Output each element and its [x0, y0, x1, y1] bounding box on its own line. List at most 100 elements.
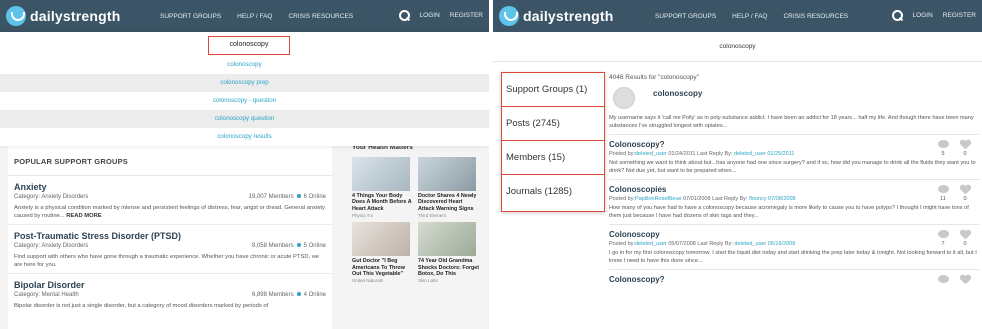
tab-support-groups[interactable]: Support Groups (1) — [502, 73, 604, 107]
ad-title[interactable]: 4 Things Your Body Does A Month Before A… — [352, 193, 414, 212]
right-screen: dailystrength SUPPORT GROUPS HELP / FAQ … — [493, 0, 982, 329]
logo-icon — [499, 6, 519, 26]
group-desc: Bipolar disorder is not just a single di… — [14, 303, 269, 309]
post-author[interactable]: PapillonRoseBleue — [635, 196, 681, 202]
group-item[interactable]: Bipolar Disorder Category: Mental Health… — [8, 274, 332, 314]
post-title[interactable]: Colonoscopies — [609, 185, 979, 194]
group-category[interactable]: Category: Anxiety Disorders — [14, 194, 88, 200]
left-screen: dailystrength SUPPORT GROUPS HELP / FAQ … — [0, 0, 489, 329]
search-icon[interactable] — [891, 10, 903, 21]
ad-card[interactable]: Doctor Shares 4 Newly Discovered Heart A… — [418, 157, 480, 218]
group-desc: Find support with others who have gone t… — [14, 254, 320, 268]
post-author[interactable]: deleted_user — [635, 241, 667, 247]
suggestion-item[interactable]: colonoscopy — [0, 56, 489, 74]
nav-support-groups[interactable]: SUPPORT GROUPS — [160, 13, 221, 20]
tab-members[interactable]: Members (15) — [502, 141, 604, 175]
nav-help-faq[interactable]: HELP / FAQ — [732, 13, 767, 20]
like-count: 0 — [963, 196, 967, 202]
group-members: 8,058 Members — [251, 243, 294, 249]
ad-image[interactable] — [352, 157, 410, 191]
search-query-bar[interactable]: colonoscopy — [493, 32, 982, 62]
nav-crisis-resources[interactable]: CRISIS RESOURCES — [288, 13, 353, 20]
comment-icon[interactable] — [937, 185, 949, 193]
login-link[interactable]: LOGIN — [913, 12, 933, 19]
ad-source: United Naturals — [352, 278, 384, 284]
suggestion-item[interactable]: colonoscopy - question — [0, 92, 489, 110]
last-reply-label: Last Reply By: — [712, 196, 748, 202]
ad-title[interactable]: 74 Year Old Grandma Shocks Doctors: Forg… — [418, 258, 480, 277]
online-dot-icon — [296, 243, 301, 248]
last-reply-user[interactable]: deleted_user 01/25/2011 — [734, 151, 794, 157]
heart-icon[interactable] — [960, 140, 971, 149]
group-title[interactable]: Bipolar Disorder — [14, 280, 326, 290]
search-icon[interactable] — [398, 10, 410, 21]
group-title[interactable]: Anxiety — [14, 182, 326, 192]
results-list: 4046 Results for "colonoscopy" colonosco… — [609, 74, 979, 288]
comment-icon[interactable] — [937, 275, 949, 283]
logo-text: dailystrength — [523, 8, 614, 24]
group-item[interactable]: Anxiety Category: Anxiety Disorders 19,0… — [8, 176, 332, 225]
post-title[interactable]: Colonoscopy? — [609, 275, 979, 284]
suggestion-item[interactable]: colonoscopy prep — [0, 74, 489, 92]
login-link[interactable]: LOGIN — [420, 12, 440, 19]
avatar[interactable] — [613, 87, 635, 109]
post-result[interactable]: Colonoscopies Posted by:PapillonRoseBleu… — [609, 179, 979, 224]
register-link[interactable]: REGISTER — [943, 12, 976, 19]
group-category[interactable]: Category: Mental Health — [14, 292, 79, 298]
post-desc: I go in for my first colonoscopy tomorro… — [609, 250, 977, 264]
group-title[interactable]: Post-Traumatic Stress Disorder (PTSD) — [14, 231, 326, 241]
group-desc: Anxiety is a physical condition marked b… — [14, 205, 325, 219]
suggestion-item[interactable]: colonoscopy question — [0, 110, 489, 128]
post-result[interactable]: Colonoscopy? Posted by: deleted_user 01/2… — [609, 134, 979, 179]
post-desc: Not something we want to think about but… — [609, 160, 976, 174]
group-item[interactable]: Post-Traumatic Stress Disorder (PTSD) Ca… — [8, 225, 332, 274]
tab-posts[interactable]: Posts (2745) — [502, 107, 604, 141]
comment-icon[interactable] — [937, 230, 949, 238]
search-input[interactable]: colonoscopy — [208, 36, 290, 55]
register-link[interactable]: REGISTER — [450, 12, 483, 19]
search-dropdown: colonoscopy colonoscopy colonoscopy prep… — [0, 32, 489, 146]
read-more-link[interactable]: READ MORE — [66, 213, 101, 219]
nav-help-faq[interactable]: HELP / FAQ — [237, 13, 272, 20]
member-name[interactable]: colonoscopy — [653, 89, 702, 98]
ad-card[interactable]: 74 Year Old Grandma Shocks Doctors: Forg… — [418, 222, 480, 283]
group-category[interactable]: Category: Anxiety Disorders — [14, 243, 88, 249]
post-date: 05/07/2008 — [668, 241, 696, 247]
last-reply-user[interactable]: deleted_user 05/16/2008 — [734, 241, 795, 247]
heart-icon[interactable] — [960, 185, 971, 194]
post-result[interactable]: Colonoscopy Posted by:deleted_user 05/07… — [609, 224, 979, 269]
heart-icon[interactable] — [960, 275, 971, 284]
last-reply-user[interactable]: flouncy 07/08/2008 — [749, 196, 795, 202]
site-logo[interactable]: dailystrength — [499, 6, 614, 26]
ad-card[interactable]: Gut Doctor "I Beg Americans To Throw Out… — [352, 222, 414, 283]
top-navbar: dailystrength SUPPORT GROUPS HELP / FAQ … — [0, 0, 489, 32]
post-title[interactable]: Colonoscopy? — [609, 140, 979, 149]
like-count: 0 — [963, 241, 967, 247]
post-result[interactable]: Colonoscopy? — [609, 269, 979, 288]
ad-image[interactable] — [418, 157, 476, 191]
ad-card[interactable]: 4 Things Your Body Does A Month Before A… — [352, 157, 414, 218]
post-title[interactable]: Colonoscopy — [609, 230, 979, 239]
suggestion-item[interactable]: colonoscopy results — [0, 128, 489, 146]
popular-groups-section: POPULAR SUPPORT GROUPS Anxiety Category:… — [8, 142, 332, 329]
post-date: 07/01/2008 — [683, 196, 711, 202]
heart-icon[interactable] — [960, 230, 971, 239]
group-members: 6,898 Members — [251, 292, 294, 298]
group-members: 19,007 Members — [248, 194, 294, 200]
group-online: 6 Online — [303, 194, 326, 200]
comment-icon[interactable] — [937, 140, 949, 148]
health-ads-sidebar: Your Health Matters 4 Things Your Body D… — [352, 142, 480, 329]
member-result[interactable]: colonoscopy — [609, 87, 979, 109]
posted-by-label: Posted by: — [609, 151, 635, 157]
nav-support-groups[interactable]: SUPPORT GROUPS — [655, 13, 716, 20]
ad-title[interactable]: Doctor Shares 4 Newly Discovered Heart A… — [418, 193, 480, 212]
nav-crisis-resources[interactable]: CRISIS RESOURCES — [783, 13, 848, 20]
site-logo[interactable]: dailystrength — [6, 6, 121, 26]
last-reply-label: Last Reply By: — [697, 151, 733, 157]
ad-image[interactable] — [418, 222, 476, 257]
ad-image[interactable] — [352, 222, 410, 257]
post-author[interactable]: deleted_user — [635, 151, 667, 157]
tab-journals[interactable]: Journals (1285) — [502, 175, 604, 209]
ad-title[interactable]: Gut Doctor "I Beg Americans To Throw Out… — [352, 258, 414, 277]
comment-count: 11 — [940, 196, 946, 202]
